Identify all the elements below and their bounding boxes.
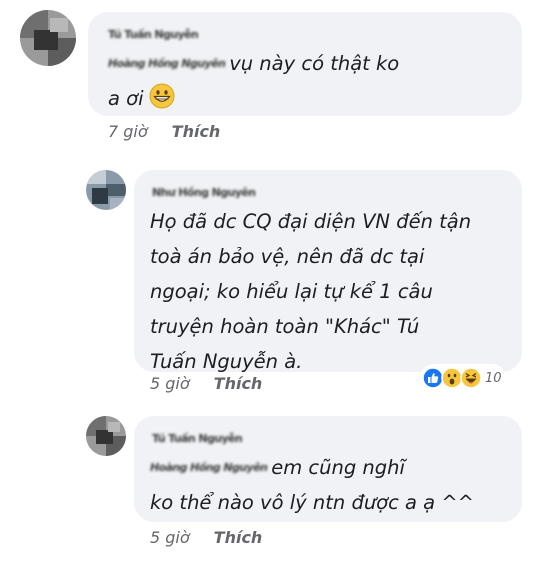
timestamp[interactable]: 5 giờ	[150, 528, 190, 547]
comment-text-line: ngoại; ko hiểu lại tự kể 1 câu	[150, 280, 433, 303]
comment-author[interactable]: Tú Tuấn Nguyễn	[108, 28, 199, 41]
comment-text-line: ko thể nào vô lý ntn được a ạ ^^	[150, 491, 475, 514]
avatar[interactable]	[20, 10, 76, 66]
comment-text-line: Họ đã dc CQ đại diện VN đến tận	[150, 210, 472, 233]
comment-author[interactable]: Tú Tuấn Nguyễn	[152, 432, 243, 445]
comment-text: Họ đã dc CQ đại diện VN đến tận toà án b…	[150, 204, 471, 379]
mention-link[interactable]: Hoàng Hồng Nguyên	[108, 46, 226, 81]
reaction-count: 10	[485, 370, 502, 386]
comment-text-line: toà án bảo vệ, nên đã dc tại	[150, 245, 425, 268]
comment-actions: 5 giờ Thích	[150, 528, 262, 547]
comment-text: Hoàng Hồng Nguyên em cũng nghĩ ko thể nào…	[150, 450, 474, 520]
avatar[interactable]	[86, 170, 126, 210]
comment-author[interactable]: Như Hồng Nguyên	[152, 186, 256, 199]
timestamp[interactable]: 7 giờ	[108, 122, 148, 141]
haha-icon	[460, 367, 482, 389]
comment-text-line: vụ này có thật ko	[229, 52, 400, 75]
comment-actions: 7 giờ Thích	[108, 122, 220, 141]
like-button[interactable]: Thích	[214, 374, 263, 393]
comment-text-line: em cũng nghĩ	[271, 456, 405, 479]
comment-actions: 5 giờ Thích	[150, 374, 262, 393]
reactions-summary[interactable]: 10	[420, 364, 506, 392]
mention-link[interactable]: Hoàng Hồng Nguyên	[150, 450, 268, 485]
like-button[interactable]: Thích	[214, 528, 263, 547]
timestamp[interactable]: 5 giờ	[150, 374, 190, 393]
avatar[interactable]	[86, 416, 126, 456]
comment-text-line: a ơi	[108, 87, 144, 110]
comment-text: Hoàng Hồng Nguyên vụ này có thật ko a ơi	[108, 46, 399, 116]
comment-text-line: truyện hoàn toàn "Khác" Tú	[150, 315, 420, 338]
like-button[interactable]: Thích	[172, 122, 221, 141]
grinning-face-icon	[148, 82, 176, 110]
